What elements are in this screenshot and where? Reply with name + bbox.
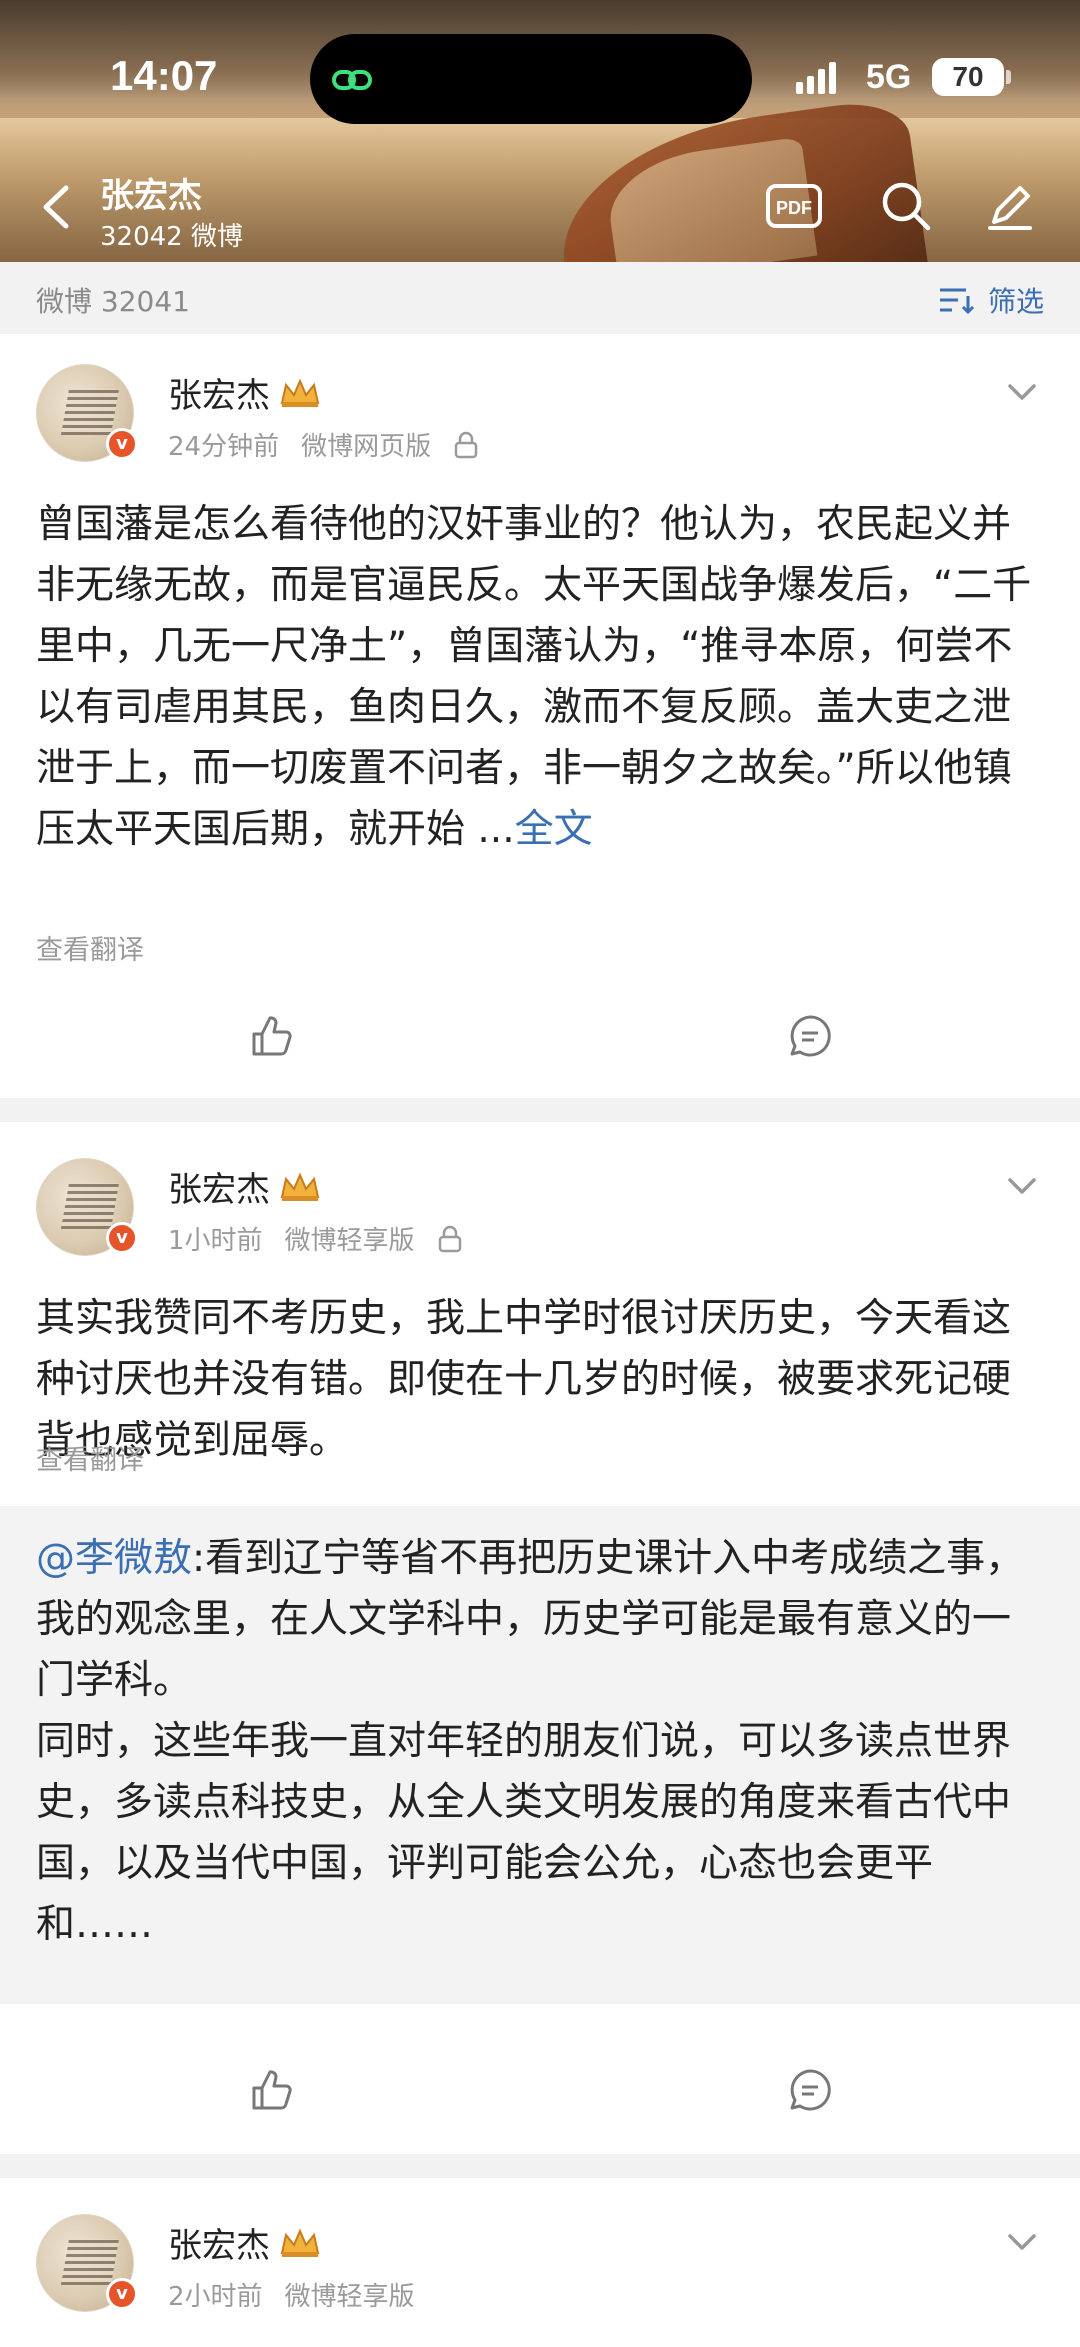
chevron-down-icon[interactable]: [1004, 1174, 1040, 1198]
post-source: 微博网页版: [301, 432, 432, 462]
link-icon: [332, 70, 372, 90]
post-author-name: 张宏杰: [168, 1170, 270, 1210]
post-time: 24分钟前: [168, 432, 280, 462]
repost-mention[interactable]: @李微敖: [36, 1536, 192, 1581]
full-text-link[interactable]: 全文: [515, 807, 593, 852]
like-icon[interactable]: [246, 1012, 294, 1060]
post-card[interactable]: v 张宏杰 24分钟前 微博网页版 曾国藩是怎么看待他的汉奸事业的？他认为，农民…: [0, 334, 1080, 1098]
crown-icon: [280, 1171, 320, 1201]
lock-icon: [438, 1225, 461, 1252]
status-bar: 14:07 5G 70: [0, 0, 1080, 160]
post-text: 其实我赞同不考历史，我上中学时很讨厌历史，今天看这种讨厌也并没有错。即使在十几岁…: [36, 1296, 1012, 1463]
search-icon[interactable]: [876, 176, 936, 236]
card-divider: [0, 2154, 1080, 2178]
post-body: 曾国藩是怎么看待他的汉奸事业的？他认为，农民起义并非无缘无故，而是官逼民反。太平…: [36, 502, 1032, 852]
card-divider: [0, 1098, 1080, 1122]
verified-badge: v: [106, 2278, 138, 2310]
header-title: 张宏杰: [100, 176, 202, 216]
repost-text: @李微敖:看到辽宁等省不再把历史课计入中考成绩之事，我的观念里，在人文学科中，历…: [36, 1528, 1046, 1955]
post-card[interactable]: v 张宏杰 2小时前 微博轻享版: [0, 2178, 1080, 2347]
repost-block[interactable]: @李微敖:看到辽宁等省不再把历史课计入中考成绩之事，我的观念里，在人文学科中，历…: [0, 1506, 1080, 2004]
weibo-count: 微博 32041: [36, 285, 190, 318]
crown-icon: [280, 2227, 320, 2257]
post-author-name: 张宏杰: [168, 376, 270, 416]
back-arrow-icon[interactable]: [36, 182, 76, 232]
pdf-label: PDF: [776, 198, 812, 218]
crown-icon: [280, 377, 320, 407]
filter-icon: [939, 288, 975, 314]
post-meta: 1小时前 微博轻享版: [168, 1220, 463, 1257]
battery-tip: [1006, 70, 1011, 84]
filter-button[interactable]: 筛选: [938, 280, 1044, 320]
translate-link[interactable]: 查看翻译: [36, 928, 144, 967]
cellular-signal-icon: [796, 62, 836, 94]
post-time: 1小时前: [168, 1226, 263, 1256]
post-time: 2小时前: [168, 2282, 263, 2312]
battery-indicator: 70: [932, 58, 1004, 96]
comment-icon[interactable]: [786, 1012, 834, 1060]
status-time: 14:07: [110, 52, 218, 99]
post-author-name: 张宏杰: [168, 2226, 270, 2266]
verified-badge: v: [106, 1222, 138, 1254]
post-meta: 2小时前 微博轻享版: [168, 2276, 415, 2313]
profile-header: 14:07 5G 70 张宏杰 32042 微博 PDF: [0, 0, 1080, 262]
lock-icon: [454, 431, 478, 458]
chevron-down-icon[interactable]: [1004, 2230, 1040, 2254]
header-subtitle: 32042 微博: [100, 222, 243, 252]
post-author[interactable]: 张宏杰: [168, 1162, 322, 1211]
comment-icon[interactable]: [786, 2066, 834, 2114]
edit-icon[interactable]: [980, 176, 1040, 236]
like-icon[interactable]: [246, 2066, 294, 2114]
translate-link[interactable]: 查看翻译: [36, 1438, 144, 1477]
verified-badge: v: [106, 428, 138, 460]
dynamic-island: [310, 34, 752, 124]
post-author[interactable]: 张宏杰: [168, 2218, 322, 2267]
post-author[interactable]: 张宏杰: [168, 368, 322, 417]
post-source: 微博轻享版: [284, 1226, 415, 1256]
repost-body: :看到辽宁等省不再把历史课计入中考成绩之事，我的观念里，在人文学科中，历史学可能…: [36, 1536, 1025, 1947]
network-type: 5G: [866, 58, 912, 96]
chevron-down-icon[interactable]: [1004, 380, 1040, 404]
post-card[interactable]: v 张宏杰 1小时前 微博轻享版 其实我赞同不考历史，我上中学时很讨厌历史，今天…: [0, 1122, 1080, 2154]
post-meta: 24分钟前 微博网页版: [168, 426, 479, 463]
post-text: 曾国藩是怎么看待他的汉奸事业的？他认为，农民起义并非无缘无故，而是官逼民反。太平…: [36, 494, 1046, 860]
post-source: 微博轻享版: [284, 2282, 415, 2312]
feed-subbar: 微博 32041 筛选: [0, 262, 1080, 334]
pdf-icon[interactable]: PDF: [764, 176, 824, 236]
filter-label: 筛选: [987, 285, 1044, 318]
